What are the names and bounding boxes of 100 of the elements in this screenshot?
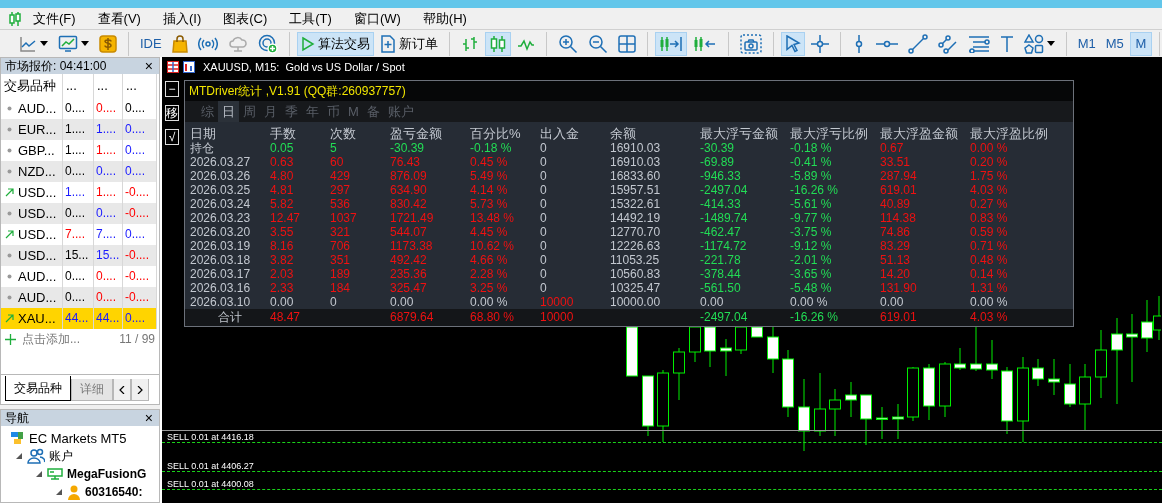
date-cell-text: 2026.03.10 xyxy=(190,295,252,309)
symbol-row[interactable]: AUD... xyxy=(1,287,63,308)
timeframe-button[interactable]: M1 xyxy=(1073,31,1100,56)
chart-side-button[interactable]: 移 xyxy=(165,105,179,121)
ide-button[interactable]: IDE xyxy=(136,31,166,56)
menu-item[interactable]: 文件(F) xyxy=(22,9,87,28)
up-arrow-icon xyxy=(5,188,14,197)
algo-trading-button[interactable]: 算法交易 xyxy=(296,31,374,56)
table-cell-text: -0.41 % xyxy=(790,155,833,169)
menu-item[interactable]: 窗口(W) xyxy=(342,9,412,28)
table-cell-text: 4.80 xyxy=(270,169,295,183)
table-cell-text: 634.90 xyxy=(390,183,428,197)
horizontal-line-icon xyxy=(875,38,898,49)
symbol-name: AUD... xyxy=(18,289,57,307)
menu-item[interactable]: 图表(C) xyxy=(212,9,279,28)
dot-icon xyxy=(5,293,14,302)
table-cell-text: 3.82 xyxy=(270,253,295,267)
candlestick xyxy=(923,363,935,421)
panel-title: 市场报价: 04:41:00 xyxy=(5,57,107,75)
price-value: 0.... xyxy=(65,101,85,115)
table-cell-text: 287.94 xyxy=(880,169,918,183)
chart-side-button[interactable]: √ xyxy=(165,129,179,145)
table-cell-text: 0.20 % xyxy=(970,155,1009,169)
total-label: 合计 xyxy=(217,309,243,326)
new-order-button[interactable]: 新订单 xyxy=(375,31,442,56)
zoom-out-icon xyxy=(587,33,608,54)
symbol-row[interactable]: EUR... xyxy=(1,119,63,140)
cursor-button[interactable] xyxy=(780,31,805,56)
table-cell-text: -3.75 % xyxy=(790,225,833,239)
table-cell-text: 8.16 xyxy=(270,239,295,253)
column-header[interactable]: ... xyxy=(94,74,123,98)
tree-item[interactable]: 账户 xyxy=(49,447,73,465)
table-cell-text: 12770.70 xyxy=(610,225,662,239)
menu-item[interactable]: 帮助(H) xyxy=(411,9,478,28)
panel-tab[interactable]: 交易品种 xyxy=(5,376,71,401)
timeframe-button[interactable]: M5 xyxy=(1101,31,1128,56)
column-header[interactable]: 交易品种 xyxy=(1,74,63,98)
table-cell-text: 0.67 xyxy=(880,141,905,155)
symbol-row[interactable]: USD... xyxy=(1,245,63,266)
table-cell-text: -5.89 % xyxy=(790,169,833,183)
menu-item[interactable]: 查看(V) xyxy=(86,9,152,28)
price-value: 1.... xyxy=(65,143,85,157)
auto-scroll-button[interactable] xyxy=(654,31,687,56)
price-value: 44... xyxy=(96,311,120,325)
table-cell-text: -2.01 % xyxy=(790,253,833,267)
chart-window-icon xyxy=(58,34,78,53)
table-cell-text: -946.33 xyxy=(700,169,742,183)
symbol-count: 11 / 99 xyxy=(119,332,155,346)
total-cell-text: 6879.64 xyxy=(390,309,435,326)
table-cell-text: 5.82 xyxy=(270,197,295,211)
vertical-line-icon xyxy=(853,34,864,53)
table-cell-text: 3.55 xyxy=(270,225,295,239)
order-line-label: SELL 0.01 at 4416.18 xyxy=(167,433,254,442)
table-cell-text: -2497.04 xyxy=(700,183,749,197)
column-header[interactable]: ... xyxy=(63,74,94,98)
column-header[interactable]: ... xyxy=(123,74,157,98)
table-cell-text: 1173.38 xyxy=(390,239,434,253)
candlestick-button[interactable] xyxy=(484,31,511,56)
symbol-row[interactable]: NZD... xyxy=(1,161,63,182)
table-cell-text: -414.33 xyxy=(700,197,742,211)
symbol-name: AUD... xyxy=(18,100,57,118)
price-value: -0.... xyxy=(125,269,149,283)
table-cell-text: 16910.03 xyxy=(610,141,662,155)
shift-left-icon xyxy=(692,34,717,53)
candlestick xyxy=(642,375,654,437)
scroll-right-button[interactable] xyxy=(131,379,149,401)
total-cell-text: 68.80 % xyxy=(470,309,516,326)
table-cell-text: 0 xyxy=(540,169,548,183)
panel-tab[interactable]: 详细 xyxy=(71,379,113,401)
add-symbol-link[interactable]: 点击添加... xyxy=(22,330,80,348)
table-cell-text: 0 xyxy=(540,281,548,295)
price-value: 0.... xyxy=(96,164,116,178)
menu-item[interactable]: 插入(I) xyxy=(151,9,213,28)
table-cell-text: 0.71 % xyxy=(970,239,1009,253)
price-value: 0.... xyxy=(125,143,145,157)
ohlc-bars-icon xyxy=(460,34,479,53)
tree-item[interactable]: MegaFusionG xyxy=(67,467,147,481)
table-cell-text: 4.03 % xyxy=(970,183,1009,197)
total-cell-text: 48.47 xyxy=(270,309,302,326)
symbol-row[interactable]: USD... xyxy=(1,203,63,224)
table-cell-text: 0.00 % xyxy=(970,141,1009,155)
candlestick xyxy=(1032,358,1044,387)
tree-item[interactable]: EC Markets MT5 xyxy=(29,430,127,446)
up-arrow-icon xyxy=(5,314,14,323)
table-cell-text: 0.00 xyxy=(880,295,905,309)
stats-tab[interactable]: 日 xyxy=(218,101,239,122)
close-button[interactable]: × xyxy=(142,59,155,73)
tree-item[interactable]: 60316540: xyxy=(85,485,143,499)
timeframe-button[interactable]: M xyxy=(1129,31,1152,56)
price-value: 1.... xyxy=(96,143,116,157)
scroll-left-button[interactable] xyxy=(113,379,131,401)
close-button[interactable]: × xyxy=(142,411,155,425)
table-cell-text: 5.73 % xyxy=(470,197,509,211)
menu-item[interactable]: 工具(T) xyxy=(278,9,343,28)
symbol-row[interactable]: XAU... xyxy=(1,308,63,329)
price-value: 0.... xyxy=(125,311,145,325)
chart-side-button[interactable]: − xyxy=(165,81,179,97)
table-cell-text: 13.48 % xyxy=(470,211,516,225)
table-cell-text: 0 xyxy=(540,197,548,211)
dot-icon xyxy=(5,167,14,176)
